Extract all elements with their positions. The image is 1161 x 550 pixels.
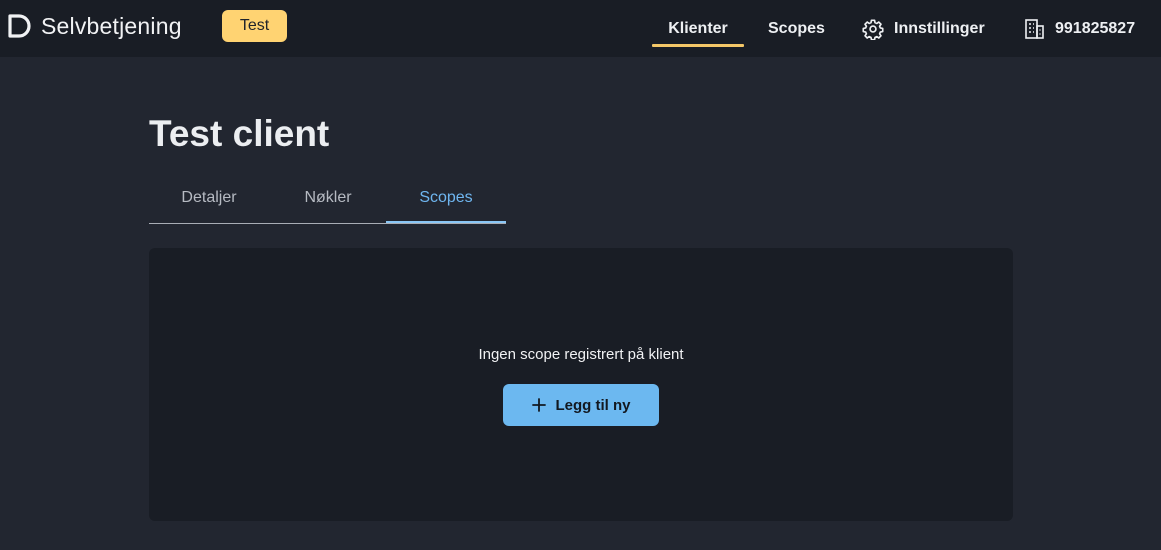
empty-state-message: Ingen scope registrert på klient — [478, 346, 684, 363]
add-scope-button[interactable]: Legg til ny — [503, 384, 659, 426]
brand-name: Selvbetjening — [41, 12, 182, 39]
tab-scopes-label: Scopes — [419, 189, 473, 206]
gear-icon — [862, 18, 894, 40]
nav-clients-label: Klienter — [668, 19, 728, 37]
building-icon — [1024, 18, 1055, 40]
d-logo-icon — [7, 13, 33, 39]
client-tabs: Detaljer Nøkler Scopes — [149, 175, 506, 224]
page-title: Test client — [149, 113, 330, 154]
tab-keys[interactable]: Nøkler — [269, 175, 387, 221]
tab-scopes[interactable]: Scopes — [386, 175, 506, 224]
nav-active-indicator — [652, 44, 744, 47]
brand[interactable]: Selvbetjening — [7, 12, 182, 40]
nav-settings[interactable]: Innstillinger — [862, 0, 985, 57]
tabs-divider — [149, 223, 506, 224]
plus-icon — [531, 398, 556, 412]
tab-details[interactable]: Detaljer — [149, 175, 269, 221]
top-header: Selvbetjening Test Klienter Scopes Innst… — [0, 0, 1161, 57]
add-scope-button-label: Legg til ny — [555, 396, 631, 414]
environment-badge: Test — [222, 10, 287, 42]
nav-organization[interactable]: 991825827 — [1024, 0, 1135, 57]
nav-clients[interactable]: Klienter — [652, 0, 744, 57]
nav-scopes[interactable]: Scopes — [768, 0, 825, 57]
nav-scopes-label: Scopes — [768, 19, 825, 37]
nav-settings-label: Innstillinger — [894, 19, 985, 37]
scopes-panel: Ingen scope registrert på klient Legg ti… — [149, 248, 1013, 521]
organization-number: 991825827 — [1055, 19, 1136, 37]
